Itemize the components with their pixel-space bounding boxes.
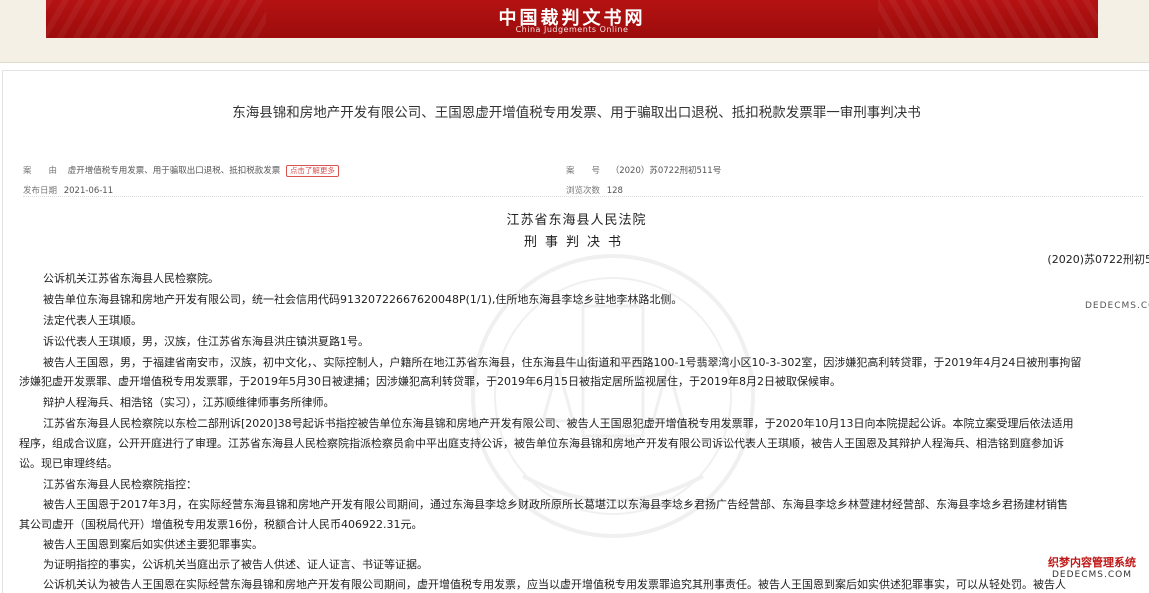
site-banner[interactable]: 中国裁判文书网 China Judgements Online (46, 0, 1098, 38)
paragraph: 讼。现已审理终结。 (19, 457, 118, 470)
paragraph: 被告人王国恩到案后如实供述主要犯罪事实。 (43, 538, 263, 551)
meta-cause: 案 由 虚开增值税专用发票、用于骗取出口退税、抵扣税款发票 点击了解更多 (23, 164, 339, 177)
paragraph: 涉嫌犯虚开发票罪、虚开增值税专用发票罪，于2019年5月30日被逮捕；因涉嫌犯高… (19, 375, 841, 388)
side-watermark-url: DEDECMS.COM (1085, 301, 1149, 311)
meta-views: 浏览次数 128 (566, 184, 623, 196)
meta-publish-date: 发布日期 2021-06-11 (23, 184, 113, 196)
meta-case-no-label: 案 号 (566, 166, 601, 176)
document-panel: 东海县锦和房地产开发有限公司、王国恩虚开增值税专用发票、用于骗取出口退税、抵扣税… (2, 70, 1149, 593)
meta-case-no-value: （2020）苏0722刑初511号 (610, 166, 722, 176)
meta-publish-label: 发布日期 (23, 186, 58, 196)
meta-views-label: 浏览次数 (566, 186, 601, 196)
paragraph: 为证明指控的事实，公诉机关当庭出示了被告人供述、证人证言、书证等证据。 (43, 558, 428, 571)
paragraph: 辩护人程海兵、相浩铭（实习），江苏顺维律师事务所律师。 (43, 396, 335, 409)
corner-watermark-logo: 织梦内容管理系统 DEDECMS.COM (1035, 556, 1149, 592)
paragraph: 法定代表人王琪顺。 (43, 314, 142, 327)
meta-divider (23, 196, 1143, 197)
paragraph: 江苏省东海县人民检察院指控： (43, 478, 197, 491)
paragraph: 其公司虚开（国税局代开）增值税专用发票16份，税额合计人民币406922.31元… (19, 518, 423, 531)
case-number: (2020)苏0722刑初5 (1047, 253, 1149, 266)
corner-watermark-url: DEDECMS.COM (1052, 570, 1132, 580)
more-info-button[interactable]: 点击了解更多 (285, 165, 339, 177)
paragraph: 公诉机关江苏省东海县人民检察院。 (43, 272, 219, 285)
meta-publish-value: 2021-06-11 (63, 186, 114, 196)
paragraph: 程序，组成合议庭，公开开庭进行了审理。江苏省东海县人民检察院指派检察员俞中平出庭… (19, 437, 1064, 450)
meta-views-value: 128 (606, 186, 623, 196)
corner-watermark-cn: 织梦内容管理系统 (1048, 556, 1136, 569)
document-title: 东海县锦和房地产开发有限公司、王国恩虚开增值税专用发票、用于骗取出口退税、抵扣税… (232, 105, 921, 121)
paragraph: 被告单位东海县锦和房地产开发有限公司，统一社会信用代码9132072266762… (43, 293, 683, 306)
paragraph: 被告人王国恩，男，于福建省南安市，汉族，初中文化，、实际控制人，户籍所在地江苏省… (43, 356, 1082, 369)
paragraph: 公诉机关认为被告人王国恩在实际经营东海县锦和房地产开发有限公司期间，虚开增值税专… (43, 578, 1066, 591)
meta-cause-label: 案 由 (23, 166, 58, 176)
site-logo-en: China Judgements Online (515, 25, 629, 34)
paragraph: 被告人王国恩于2017年3月，在实际经营东海县锦和房地产开发有限公司期间，通过东… (43, 498, 1068, 511)
paragraph: 诉讼代表人王琪顺，男，汉族，住江苏省东海县洪庄镇洪夏路1号。 (43, 335, 369, 348)
court-name: 江苏省东海县人民法院 (506, 213, 647, 228)
header-divider (0, 62, 1149, 63)
meta-cause-value: 虚开增值税专用发票、用于骗取出口退税、抵扣税款发票 (67, 166, 281, 176)
paragraph: 江苏省东海县人民检察院以东检二部刑诉[2020]38号起诉书指控被告单位东海县锦… (43, 417, 1074, 430)
meta-case-no: 案 号 （2020）苏0722刑初511号 (566, 164, 721, 176)
document-type: 刑事判决书 (523, 235, 629, 250)
